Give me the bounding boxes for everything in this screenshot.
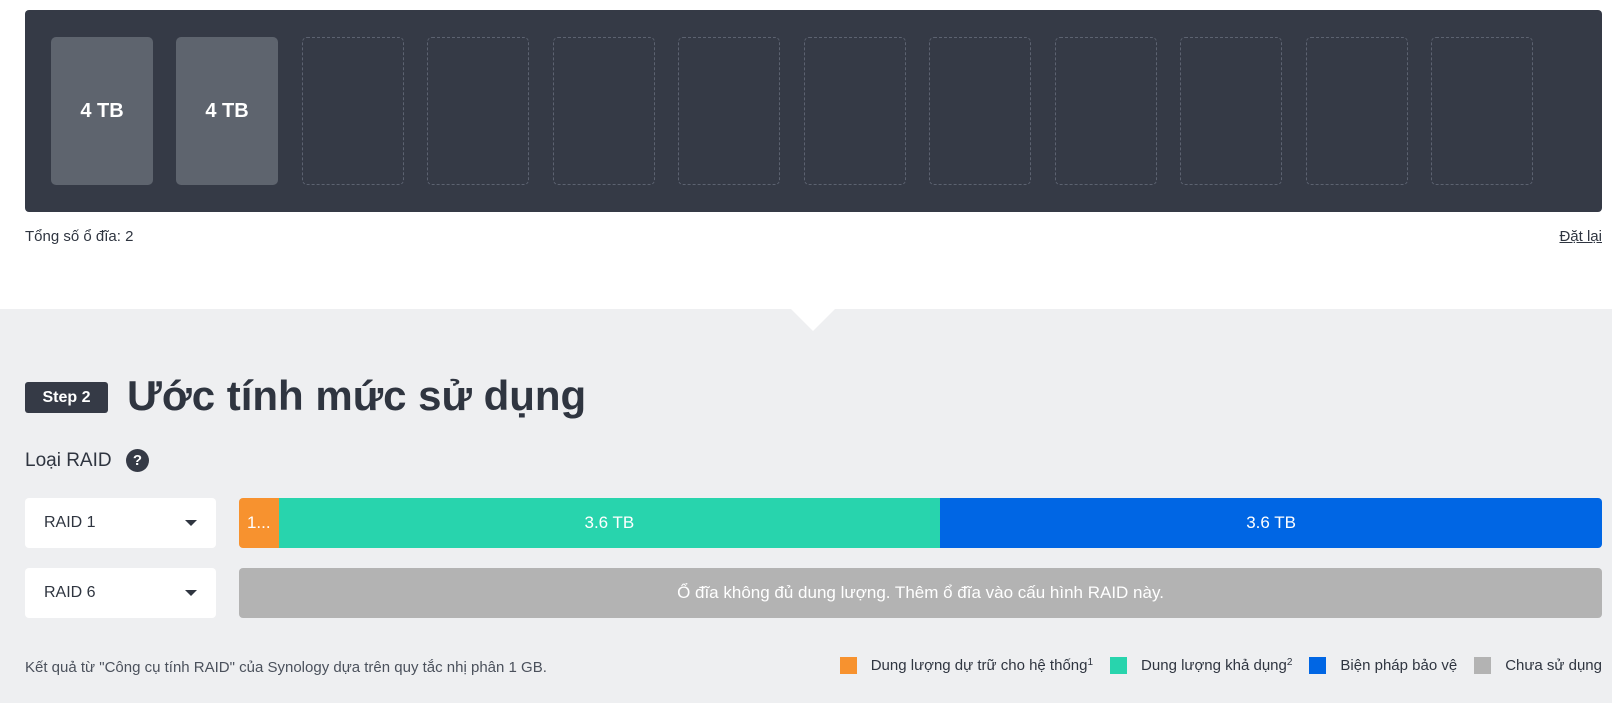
- raid-usage-bar-2: Ổ đĩa không đủ dung lượng. Thêm ổ đĩa và…: [239, 568, 1602, 618]
- caret-down-icon: [185, 520, 197, 526]
- raid-select-2[interactable]: RAID 6: [25, 568, 216, 618]
- raid-usage-bar-1: 1... 3.6 TB 3.6 TB: [239, 498, 1602, 548]
- legend-swatch: [1474, 657, 1492, 674]
- drive-bay: 4 TB 4 TB: [25, 10, 1602, 212]
- legend-label: Dung lượng dự trữ cho hệ thống: [870, 657, 1088, 674]
- legend-swatch: [839, 657, 857, 674]
- drive-slot-7[interactable]: [804, 37, 906, 185]
- drive-slot-2[interactable]: 4 TB: [176, 37, 278, 185]
- raid-select-value: RAID 6: [44, 584, 96, 601]
- legend-item: Chưa sử dụng: [1474, 657, 1602, 674]
- legend-footnote-mark: 2: [1286, 657, 1293, 668]
- drive-slot-label: 4 TB: [80, 99, 124, 122]
- drive-slot-11[interactable]: [1306, 37, 1408, 185]
- legend-label: Biện pháp bảo vệ: [1340, 657, 1458, 674]
- drive-slot-3[interactable]: [302, 37, 404, 185]
- usage-segment-available: 3.6 TB: [278, 498, 941, 548]
- legend: Dung lượng dự trữ cho hệ thống 1 Dung lượn…: [823, 657, 1602, 674]
- total-disk-count: Tổng số ổ đĩa: 2: [25, 228, 134, 245]
- reset-link[interactable]: Đặt lại: [1559, 228, 1602, 245]
- drive-slot-8[interactable]: [929, 37, 1031, 185]
- drive-slot-4[interactable]: [427, 37, 529, 185]
- step-badge: Step 2: [25, 382, 108, 413]
- legend-item: Dung lượng dự trữ cho hệ thống 1: [839, 657, 1094, 674]
- page-title: Ước tính mức sử dụng: [127, 372, 587, 419]
- usage-segment-protection: 3.6 TB: [940, 498, 1602, 548]
- usage-segment-reserved: 1...: [239, 498, 279, 548]
- legend-footnote-mark: 1: [1087, 657, 1094, 668]
- raid-type-label: Loại RAID: [25, 450, 112, 471]
- caret-down-icon: [185, 590, 197, 596]
- drive-slot-label: 4 TB: [205, 99, 249, 122]
- legend-item: Biện pháp bảo vệ: [1309, 657, 1457, 674]
- drive-slot-6[interactable]: [678, 37, 780, 185]
- legend-label: Chưa sử dụng: [1505, 657, 1602, 674]
- drive-slot-10[interactable]: [1180, 37, 1282, 185]
- raid-select-1[interactable]: RAID 1: [25, 498, 216, 548]
- drive-slot-12[interactable]: [1431, 37, 1533, 185]
- legend-swatch: [1309, 657, 1327, 674]
- drive-slot-9[interactable]: [1055, 37, 1157, 185]
- footnote: Kết quả từ "Công cụ tính RAID" của Synol…: [25, 659, 547, 676]
- drive-slot-1[interactable]: 4 TB: [51, 37, 153, 185]
- section-pointer: [791, 309, 835, 331]
- legend-label: Dung lượng khả dụng: [1141, 657, 1287, 674]
- raid-select-value: RAID 1: [44, 514, 96, 531]
- legend-swatch: [1110, 657, 1128, 674]
- legend-item: Dung lượng khả dụng 2: [1110, 657, 1292, 674]
- drive-slot-5[interactable]: [553, 37, 655, 185]
- drive-bay-section: 4 TB 4 TB Tổng số ổ đĩa: 2 Đặt lại: [0, 0, 1612, 309]
- help-icon[interactable]: ?: [126, 449, 149, 472]
